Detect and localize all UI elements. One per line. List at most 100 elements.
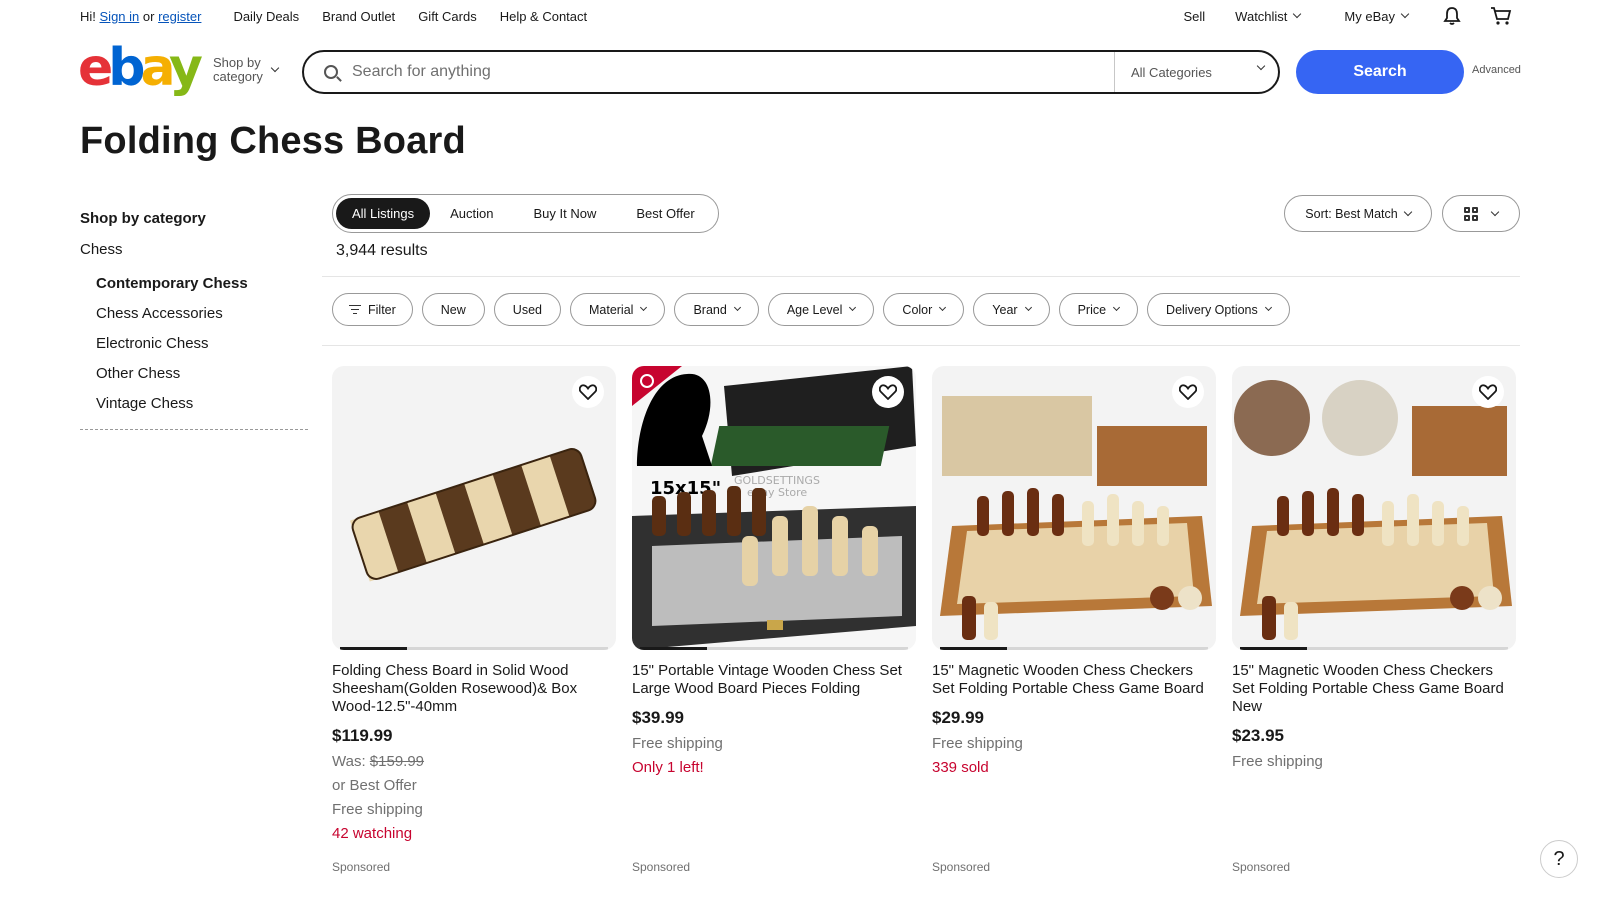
sidebar-item-other-chess[interactable]: Other Chess — [80, 359, 308, 389]
grid-view-icon — [1464, 206, 1478, 221]
chevron-down-icon — [640, 303, 648, 312]
view-toggle[interactable] — [1442, 195, 1520, 232]
best-offer-text: or Best Offer — [332, 777, 417, 794]
filter-chips: Filter New Used Material Brand Age Level… — [332, 293, 1290, 326]
product-title[interactable]: 15" Portable Vintage Wooden Chess Set La… — [632, 662, 916, 698]
search-icon — [324, 65, 338, 79]
product-image[interactable] — [332, 366, 616, 650]
product-title[interactable]: Folding Chess Board in Solid Wood Sheesh… — [332, 662, 616, 716]
tab-all-listings[interactable]: All Listings — [336, 198, 431, 229]
cart-icon[interactable] — [1490, 6, 1512, 26]
product-image[interactable] — [932, 366, 1216, 650]
filter-chip-color[interactable]: Color — [883, 293, 965, 326]
chevron-down-icon — [939, 303, 947, 312]
chip-label: Year — [992, 302, 1018, 317]
shipping-text: Free shipping — [632, 735, 723, 752]
tab-auction[interactable]: Auction — [430, 198, 513, 229]
sidebar-divider — [80, 429, 308, 430]
ebay-logo[interactable]: ebay — [78, 42, 203, 94]
advanced-search-link[interactable]: Advanced — [1472, 64, 1521, 76]
filter-chip-brand[interactable]: Brand — [674, 293, 759, 326]
search-button[interactable]: Search — [1296, 50, 1464, 94]
filter-button[interactable]: Filter — [332, 293, 413, 326]
shop-by-category-button[interactable]: Shop by category — [213, 56, 280, 84]
chip-label: Brand — [693, 302, 727, 317]
magnetic-chess-set-new-image — [1234, 380, 1512, 640]
filter-icon — [349, 304, 361, 315]
chevron-down-icon — [1024, 303, 1032, 312]
my-ebay-menu[interactable]: My eBay — [1344, 9, 1410, 24]
filter-chip-age-level[interactable]: Age Level — [767, 293, 875, 326]
product-card: 15" Magnetic Wooden Chess Checkers Set F… — [1232, 366, 1516, 874]
sidebar-heading: Shop by category — [80, 210, 206, 227]
sidebar-item-contemporary-chess[interactable]: Contemporary Chess — [80, 269, 308, 299]
sponsored-label: Sponsored — [932, 860, 991, 874]
top-left-links: Hi! Sign in or register Daily Deals Bran… — [80, 9, 610, 24]
category-select-label: All Categories — [1131, 64, 1212, 80]
sidebar-item-vintage-chess[interactable]: Vintage Chess — [80, 389, 308, 419]
results-count: 3,944 results — [336, 242, 428, 259]
tab-best-offer[interactable]: Best Offer — [616, 198, 714, 229]
category-select[interactable]: All Categories — [1114, 52, 1278, 92]
sort-label: Sort: Best Match — [1305, 206, 1398, 221]
magnetic-chess-set-image — [940, 396, 1212, 640]
sidebar-item-electronic-chess[interactable]: Electronic Chess — [80, 329, 308, 359]
help-contact-link[interactable]: Help & Contact — [500, 9, 587, 24]
filter-chip-used[interactable]: Used — [493, 293, 561, 326]
shipping-text: Free shipping — [332, 801, 423, 818]
watchlist-label: Watchlist — [1235, 8, 1288, 24]
product-image[interactable] — [1232, 366, 1516, 650]
shipping-text: Free shipping — [1232, 753, 1323, 770]
daily-deals-link[interactable]: Daily Deals — [233, 9, 299, 24]
top-right-links: Sell Watchlist My eBay — [1153, 6, 1520, 26]
filter-chip-year[interactable]: Year — [973, 293, 1050, 326]
sell-link[interactable]: Sell — [1183, 9, 1205, 24]
filter-chip-new[interactable]: New — [421, 293, 485, 326]
notification-bell-icon[interactable] — [1442, 6, 1462, 26]
product-title[interactable]: 15" Magnetic Wooden Chess Checkers Set F… — [932, 662, 1216, 698]
filter-chip-delivery-options[interactable]: Delivery Options — [1147, 293, 1290, 326]
sort-dropdown[interactable]: Sort: Best Match — [1284, 195, 1432, 232]
image-carousel-progress — [1240, 647, 1508, 650]
brand-outlet-link[interactable]: Brand Outlet — [322, 9, 395, 24]
heart-icon[interactable] — [1472, 376, 1504, 408]
chevron-down-icon — [849, 303, 857, 312]
image-carousel-progress — [340, 647, 608, 650]
clock-icon — [640, 374, 654, 388]
was-label: Was: — [332, 753, 366, 770]
sidebar-item-chess-accessories[interactable]: Chess Accessories — [80, 299, 308, 329]
tab-buy-it-now[interactable]: Buy It Now — [514, 198, 617, 229]
sidebar-item-chess[interactable]: Chess — [80, 241, 308, 258]
product-title[interactable]: 15" Magnetic Wooden Chess Checkers Set F… — [1232, 662, 1516, 716]
greeting: Hi! Sign in or register — [80, 9, 201, 24]
watching-count: 42 watching — [332, 825, 413, 842]
filter-chip-material[interactable]: Material — [569, 293, 666, 326]
register-link[interactable]: register — [158, 9, 201, 24]
listing-type-tabs: All Listings Auction Buy It Now Best Off… — [332, 194, 719, 233]
sponsored-label: Sponsored — [632, 860, 691, 874]
chevron-down-icon — [1256, 61, 1266, 71]
sell-label: Sell — [1183, 8, 1206, 24]
gift-cards-link[interactable]: Gift Cards — [418, 9, 477, 24]
watchlist-menu[interactable]: Watchlist — [1235, 8, 1302, 24]
help-button[interactable]: ? — [1540, 840, 1578, 878]
search-bar: All Categories — [302, 50, 1280, 94]
stock-status: Only 1 left! — [632, 759, 704, 776]
heart-icon[interactable] — [1172, 376, 1204, 408]
product-card: Folding Chess Board in Solid Wood Sheesh… — [332, 366, 616, 874]
divider — [322, 276, 1520, 277]
category-sidebar: Shop by category Chess Contemporary Ches… — [80, 210, 308, 430]
product-card: 15" Magnetic Wooden Chess Checkers Set F… — [932, 366, 1216, 874]
chevron-down-icon — [1113, 303, 1121, 312]
product-image[interactable]: 15x15" GOLDSETTINGS eBay Store — [632, 366, 916, 650]
chevron-down-icon — [1403, 207, 1412, 216]
filter-label: Filter — [368, 302, 396, 317]
search-input[interactable] — [352, 63, 1092, 81]
sign-in-link[interactable]: Sign in — [100, 9, 140, 24]
filter-chip-price[interactable]: Price — [1058, 293, 1139, 326]
chip-label: Delivery Options — [1166, 302, 1258, 317]
heart-icon[interactable] — [572, 376, 604, 408]
heart-icon[interactable] — [872, 376, 904, 408]
page-title: Folding Chess Board — [80, 120, 466, 162]
chevron-down-icon — [1293, 9, 1302, 19]
